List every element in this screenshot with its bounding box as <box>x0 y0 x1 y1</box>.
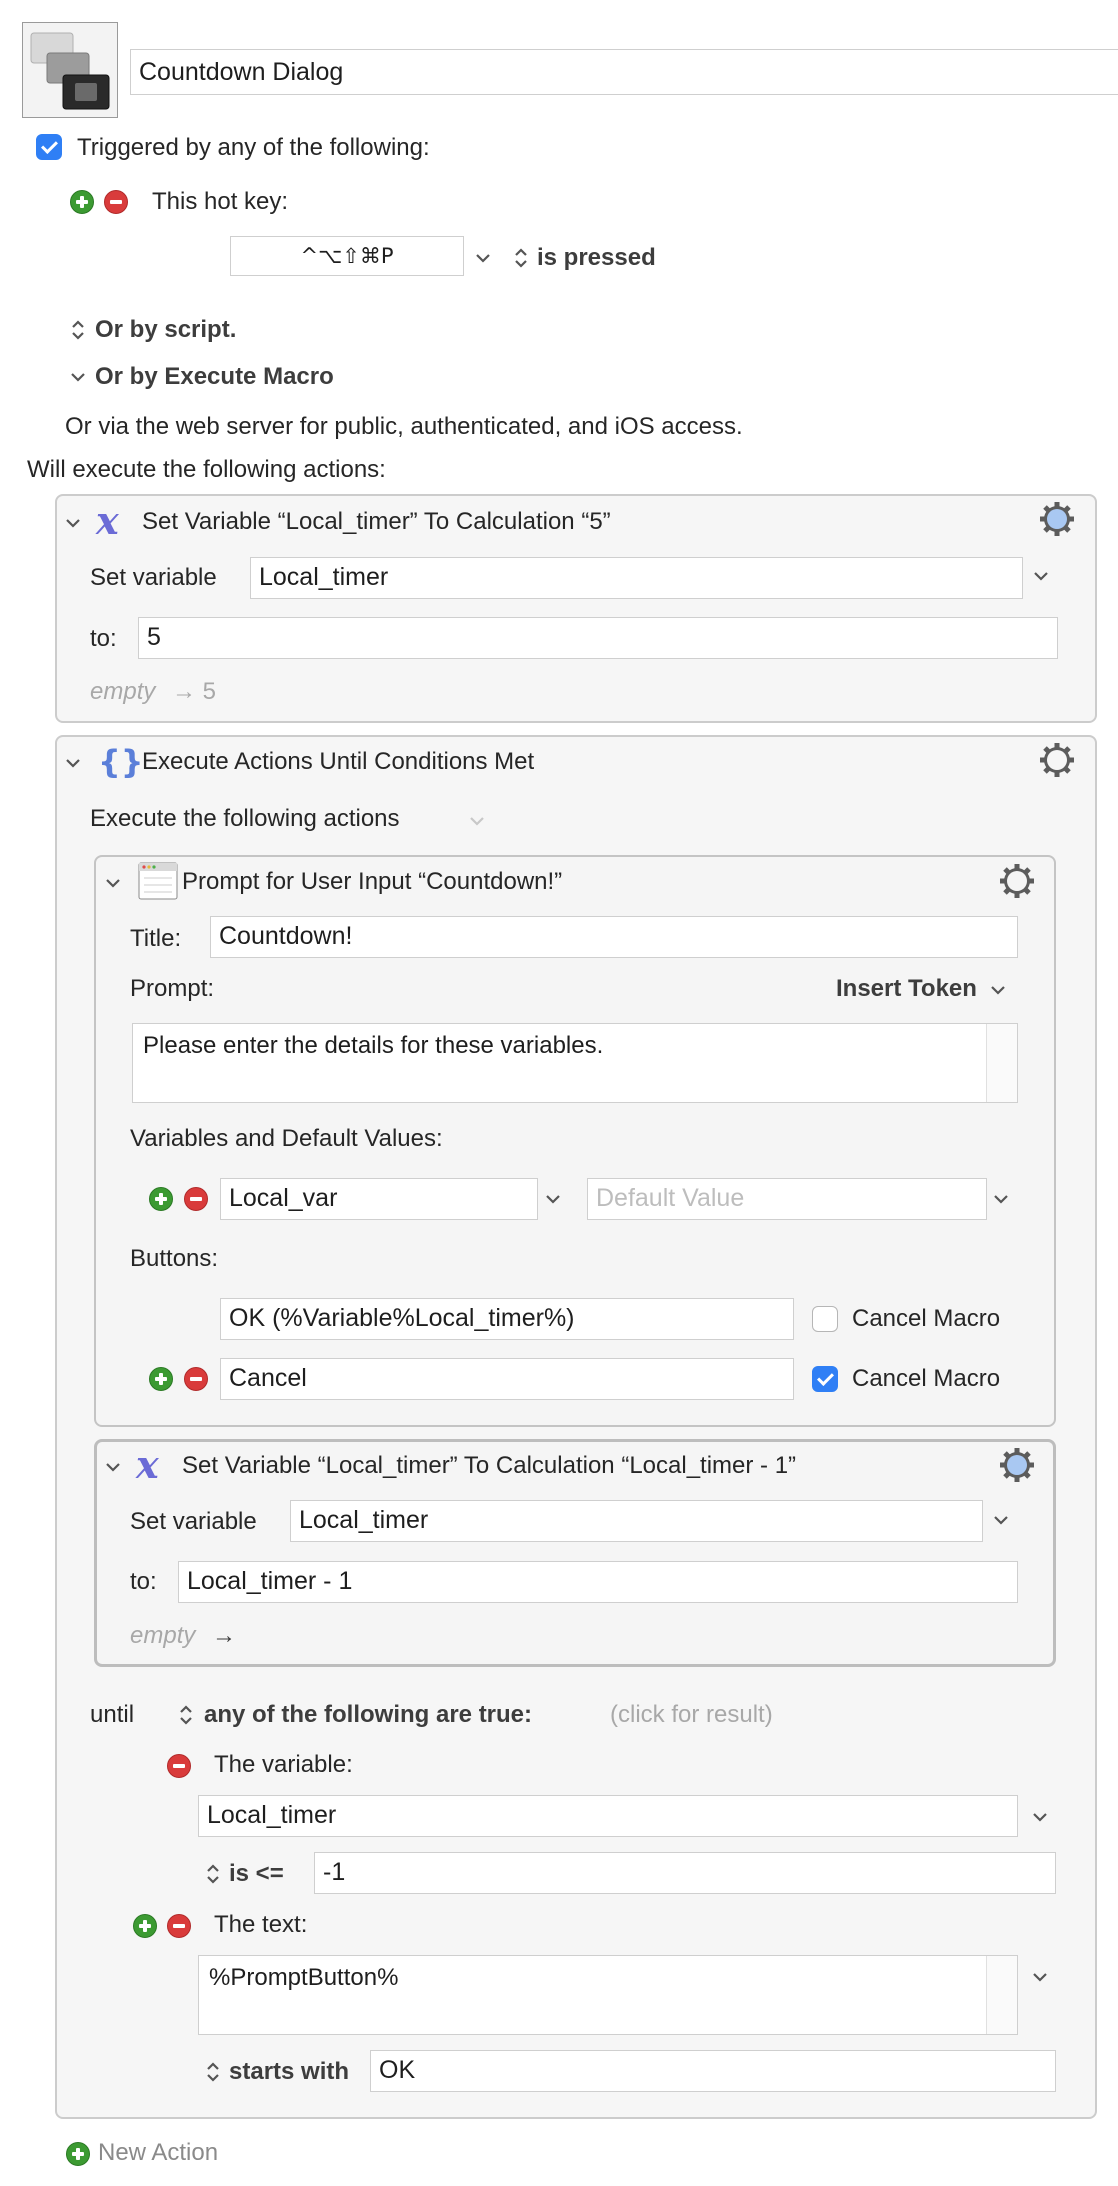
condition-value-field[interactable]: OK <box>370 2050 1056 2092</box>
result-value: → <box>212 1622 236 1649</box>
prompt-title-field[interactable]: Countdown! <box>210 916 1018 958</box>
up-down-arrows-icon[interactable] <box>513 246 529 270</box>
calculation-field[interactable]: Local_timer - 1 <box>178 1561 1018 1603</box>
variable-name-field[interactable]: Local_timer <box>250 557 1023 599</box>
chevron-down-icon[interactable] <box>472 247 494 269</box>
chevron-down-icon[interactable] <box>1029 1806 1051 1828</box>
action-title[interactable]: Set Variable “Local_timer” To Calculatio… <box>182 1452 796 1480</box>
chevron-down-icon[interactable] <box>466 810 488 832</box>
scrollbar[interactable] <box>986 1024 1017 1102</box>
or-by-execute-macro[interactable]: Or by Execute Macro <box>95 363 334 391</box>
add-variable-button[interactable] <box>149 1187 173 1211</box>
to-label: to: <box>130 1568 157 1595</box>
web-server-text: Or via the web server for public, authen… <box>65 413 743 440</box>
action-title[interactable]: Prompt for User Input “Countdown!” <box>182 868 562 896</box>
hotkey-field[interactable]: ^⌥⇧⌘P <box>230 236 464 276</box>
variable-name-field[interactable]: Local_timer <box>290 1500 983 1542</box>
title-label: Title: <box>130 925 182 952</box>
chevron-down-icon[interactable] <box>102 1456 124 1478</box>
up-down-arrows-icon[interactable] <box>70 318 86 342</box>
button-label-field[interactable]: Cancel <box>220 1358 794 1400</box>
prompt-label: Prompt: <box>130 975 215 1002</box>
condition-value-field[interactable]: -1 <box>314 1852 1056 1894</box>
chevron-down-icon[interactable] <box>102 872 124 894</box>
macro-icon[interactable] <box>22 22 118 118</box>
chevron-down-icon[interactable] <box>67 366 89 388</box>
condition-variable-label: The variable: <box>214 1751 353 1778</box>
cancel-macro-checkbox[interactable] <box>812 1306 838 1332</box>
chevron-down-icon[interactable] <box>62 752 84 774</box>
up-down-arrows-icon[interactable] <box>205 2060 221 2084</box>
hotkey-label: This hot key: <box>152 188 289 215</box>
variable-x-icon: x <box>96 498 119 543</box>
gear-icon[interactable] <box>1038 741 1076 779</box>
execute-following-label: Execute the following actions <box>90 805 400 832</box>
condition-text-area[interactable]: %PromptButton% <box>198 1955 1018 2035</box>
braces-icon: {} <box>98 743 144 781</box>
button-label-field[interactable]: OK (%Variable%Local_timer%) <box>220 1298 794 1340</box>
insert-token-menu[interactable]: Insert Token <box>836 975 977 1003</box>
prompt-text: Please enter the details for these varia… <box>143 1032 604 1059</box>
set-variable-label: Set variable <box>130 1508 257 1535</box>
remove-trigger-button[interactable] <box>104 190 128 214</box>
gear-icon[interactable] <box>998 1446 1036 1484</box>
macro-name-field[interactable]: Countdown Dialog <box>130 49 1118 95</box>
scrollbar[interactable] <box>986 1956 1017 2034</box>
stacked-screens-icon <box>30 32 110 110</box>
prompt-variable-field[interactable]: Local_var <box>220 1178 538 1220</box>
new-action-button[interactable]: New Action <box>98 2139 218 2167</box>
cancel-macro-checkbox[interactable] <box>812 1366 838 1392</box>
remove-condition-button[interactable] <box>167 1754 191 1778</box>
add-condition-button[interactable] <box>133 1914 157 1938</box>
condition-variable-field[interactable]: Local_timer <box>198 1795 1018 1837</box>
gear-icon[interactable] <box>998 862 1036 900</box>
remove-button-button[interactable] <box>184 1367 208 1391</box>
action-title[interactable]: Set Variable “Local_timer” To Calculatio… <box>142 508 611 536</box>
triggered-label: Triggered by any of the following: <box>77 134 430 161</box>
condition-operator-select[interactable]: is <= <box>229 1860 284 1888</box>
condition-operator-select[interactable]: starts with <box>229 2058 349 2086</box>
chevron-down-icon[interactable] <box>1029 1966 1051 1988</box>
gear-icon[interactable] <box>1038 500 1076 538</box>
condition-mode-select[interactable]: any of the following are true: <box>204 1701 532 1729</box>
buttons-label: Buttons: <box>130 1245 219 1272</box>
calculation-field[interactable]: 5 <box>138 617 1058 659</box>
new-action-plus-icon[interactable] <box>66 2142 90 2166</box>
action-title[interactable]: Execute Actions Until Conditions Met <box>142 748 534 776</box>
condition-text-label: The text: <box>214 1911 308 1938</box>
condition-text: %PromptButton% <box>209 1964 399 1991</box>
set-variable-label: Set variable <box>90 564 217 591</box>
up-down-arrows-icon[interactable] <box>205 1862 221 1886</box>
to-label: to: <box>90 625 117 652</box>
triggered-checkbox[interactable] <box>36 134 62 160</box>
result-empty: empty <box>90 678 156 705</box>
prompt-text-area[interactable]: Please enter the details for these varia… <box>132 1023 1018 1103</box>
cancel-macro-label: Cancel Macro <box>852 1365 1001 1392</box>
variable-x-icon: x <box>136 1442 159 1487</box>
chevron-down-icon[interactable] <box>542 1188 564 1210</box>
chevron-down-icon[interactable] <box>990 1188 1012 1210</box>
will-execute-heading: Will execute the following actions: <box>27 456 386 483</box>
up-down-arrows-icon[interactable] <box>178 1703 194 1727</box>
result-value: → 5 <box>172 678 217 705</box>
chevron-down-icon[interactable] <box>1030 565 1052 587</box>
window-icon <box>138 862 178 900</box>
default-value-field[interactable]: Default Value <box>587 1178 987 1220</box>
cancel-macro-label: Cancel Macro <box>852 1305 1001 1332</box>
chevron-down-icon[interactable] <box>62 512 84 534</box>
chevron-down-icon[interactable] <box>987 979 1009 1001</box>
until-label: until <box>90 1701 135 1728</box>
chevron-down-icon[interactable] <box>990 1509 1012 1531</box>
result-empty: empty <box>130 1622 196 1649</box>
remove-variable-button[interactable] <box>184 1187 208 1211</box>
hotkey-state-select[interactable]: is pressed <box>537 244 656 272</box>
click-for-result[interactable]: (click for result) <box>610 1701 773 1729</box>
variables-label: Variables and Default Values: <box>130 1125 443 1152</box>
or-by-script-select[interactable]: Or by script. <box>95 316 236 344</box>
add-trigger-button[interactable] <box>70 190 94 214</box>
add-button-button[interactable] <box>149 1367 173 1391</box>
remove-condition-button[interactable] <box>167 1914 191 1938</box>
